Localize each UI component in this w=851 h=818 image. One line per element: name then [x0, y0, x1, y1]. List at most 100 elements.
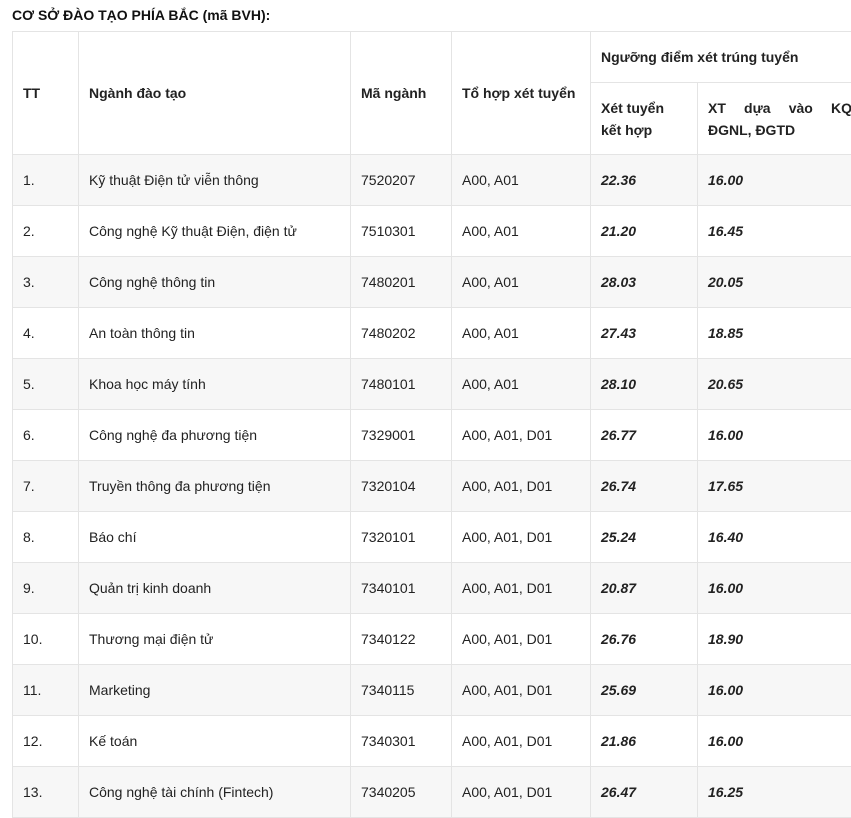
- cell-code: 7520207: [351, 155, 452, 206]
- cell-tt: 2.: [13, 206, 79, 257]
- cell-dgnl-score: 16.45: [698, 206, 851, 257]
- cell-tt: 3.: [13, 257, 79, 308]
- cell-combined-score: 25.24: [591, 512, 698, 563]
- cell-combined-score: 28.10: [591, 359, 698, 410]
- cell-dgnl-score: 17.65: [698, 461, 851, 512]
- cell-combo: A00, A01: [452, 257, 591, 308]
- cell-dgnl-score: 16.00: [698, 716, 851, 767]
- cell-code: 7340101: [351, 563, 452, 614]
- cell-code: 7340301: [351, 716, 452, 767]
- cell-code: 7510301: [351, 206, 452, 257]
- table-row: 9.Quản trị kinh doanh7340101A00, A01, D0…: [13, 563, 851, 614]
- table-row: 2.Công nghệ Kỹ thuật Điện, điện tử751030…: [13, 206, 851, 257]
- cell-major: Thương mại điện tử: [79, 614, 351, 665]
- cell-combo: A00, A01: [452, 155, 591, 206]
- cell-combined-score: 26.47: [591, 767, 698, 818]
- header-dgnl: XT dựa vào KQ ĐGNL, ĐGTD: [698, 83, 851, 155]
- cell-combined-score: 27.43: [591, 308, 698, 359]
- cell-code: 7340122: [351, 614, 452, 665]
- table-row: 1.Kỹ thuật Điện tử viễn thông7520207A00,…: [13, 155, 851, 206]
- cell-combo: A00, A01, D01: [452, 716, 591, 767]
- cell-code: 7340205: [351, 767, 452, 818]
- cell-tt: 11.: [13, 665, 79, 716]
- cell-combo: A00, A01: [452, 206, 591, 257]
- cell-major: Kế toán: [79, 716, 351, 767]
- cell-tt: 1.: [13, 155, 79, 206]
- cell-combo: A00, A01, D01: [452, 614, 591, 665]
- cell-dgnl-score: 16.40: [698, 512, 851, 563]
- section-heading: CƠ SỞ ĐÀO TẠO PHÍA BẮC (mã BVH):: [12, 6, 270, 24]
- cell-combined-score: 21.86: [591, 716, 698, 767]
- header-major: Ngành đào tạo: [79, 32, 351, 155]
- cell-major: Báo chí: [79, 512, 351, 563]
- cell-major: Kỹ thuật Điện tử viễn thông: [79, 155, 351, 206]
- table-row: 12.Kế toán7340301A00, A01, D0121.8616.00: [13, 716, 851, 767]
- table-row: 4.An toàn thông tin7480202A00, A0127.431…: [13, 308, 851, 359]
- cell-code: 7480201: [351, 257, 452, 308]
- table-row: 11.Marketing7340115A00, A01, D0125.6916.…: [13, 665, 851, 716]
- cell-code: 7329001: [351, 410, 452, 461]
- cell-code: 7480202: [351, 308, 452, 359]
- header-combined: Xét tuyển kết hợp: [591, 83, 698, 155]
- cell-combined-score: 28.03: [591, 257, 698, 308]
- cell-tt: 9.: [13, 563, 79, 614]
- cell-major: Khoa học máy tính: [79, 359, 351, 410]
- header-code: Mã ngành: [351, 32, 452, 155]
- table-row: 5.Khoa học máy tính7480101A00, A0128.102…: [13, 359, 851, 410]
- cell-dgnl-score: 18.90: [698, 614, 851, 665]
- cell-combo: A00, A01, D01: [452, 563, 591, 614]
- cell-dgnl-score: 16.00: [698, 665, 851, 716]
- cell-combo: A00, A01, D01: [452, 767, 591, 818]
- cell-major: Công nghệ Kỹ thuật Điện, điện tử: [79, 206, 351, 257]
- header-combo: Tổ hợp xét tuyển: [452, 32, 591, 155]
- cell-combo: A00, A01, D01: [452, 410, 591, 461]
- cell-combo: A00, A01: [452, 359, 591, 410]
- header-tt: TT: [13, 32, 79, 155]
- cell-dgnl-score: 16.25: [698, 767, 851, 818]
- cell-tt: 12.: [13, 716, 79, 767]
- cell-dgnl-score: 20.05: [698, 257, 851, 308]
- table-header: TT Ngành đào tạo Mã ngành Tổ hợp xét tuy…: [13, 32, 851, 155]
- cell-tt: 13.: [13, 767, 79, 818]
- table-row: 13.Công nghệ tài chính (Fintech)7340205A…: [13, 767, 851, 818]
- header-threshold: Ngưỡng điểm xét trúng tuyển: [591, 32, 851, 83]
- cell-tt: 6.: [13, 410, 79, 461]
- cell-major: Công nghệ tài chính (Fintech): [79, 767, 351, 818]
- cell-dgnl-score: 20.65: [698, 359, 851, 410]
- table-row: 8.Báo chí7320101A00, A01, D0125.2416.40: [13, 512, 851, 563]
- cell-tt: 7.: [13, 461, 79, 512]
- cell-major: Công nghệ đa phương tiện: [79, 410, 351, 461]
- cell-major: An toàn thông tin: [79, 308, 351, 359]
- admission-score-table: TT Ngành đào tạo Mã ngành Tổ hợp xét tuy…: [12, 31, 851, 818]
- table-body: 1.Kỹ thuật Điện tử viễn thông7520207A00,…: [13, 155, 851, 818]
- cell-major: Công nghệ thông tin: [79, 257, 351, 308]
- cell-combined-score: 25.69: [591, 665, 698, 716]
- cell-combined-score: 21.20: [591, 206, 698, 257]
- cell-major: Marketing: [79, 665, 351, 716]
- cell-tt: 5.: [13, 359, 79, 410]
- cell-combined-score: 20.87: [591, 563, 698, 614]
- cell-tt: 10.: [13, 614, 79, 665]
- cell-combo: A00, A01: [452, 308, 591, 359]
- cell-code: 7340115: [351, 665, 452, 716]
- table-row: 10.Thương mại điện tử7340122A00, A01, D0…: [13, 614, 851, 665]
- table-row: 6.Công nghệ đa phương tiện7329001A00, A0…: [13, 410, 851, 461]
- table-row: 7.Truyền thông đa phương tiện7320104A00,…: [13, 461, 851, 512]
- cell-dgnl-score: 16.00: [698, 155, 851, 206]
- cell-dgnl-score: 16.00: [698, 410, 851, 461]
- cell-dgnl-score: 18.85: [698, 308, 851, 359]
- cell-code: 7320101: [351, 512, 452, 563]
- cell-combined-score: 26.76: [591, 614, 698, 665]
- cell-major: Truyền thông đa phương tiện: [79, 461, 351, 512]
- cell-combo: A00, A01, D01: [452, 512, 591, 563]
- cell-combined-score: 22.36: [591, 155, 698, 206]
- cell-code: 7480101: [351, 359, 452, 410]
- cell-dgnl-score: 16.00: [698, 563, 851, 614]
- cell-combo: A00, A01, D01: [452, 461, 591, 512]
- cell-tt: 4.: [13, 308, 79, 359]
- cell-major: Quản trị kinh doanh: [79, 563, 351, 614]
- cell-combo: A00, A01, D01: [452, 665, 591, 716]
- cell-combined-score: 26.74: [591, 461, 698, 512]
- table-row: 3.Công nghệ thông tin7480201A00, A0128.0…: [13, 257, 851, 308]
- cell-combined-score: 26.77: [591, 410, 698, 461]
